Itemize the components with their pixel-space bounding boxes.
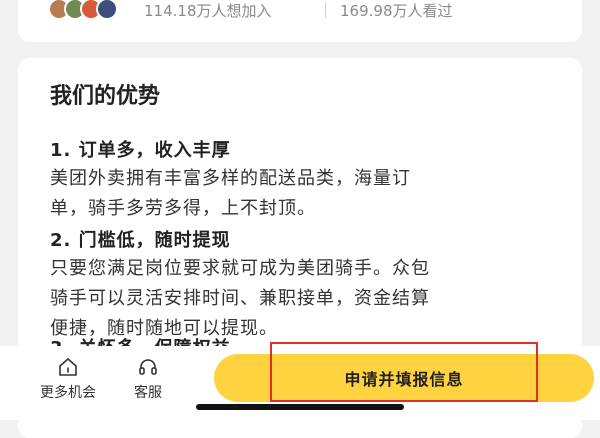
advantage-body-line: 单，骑手多劳多得，上不封顶。 [50,198,316,219]
more-opportunities-button[interactable]: 更多机会 [28,356,108,402]
customer-service-button[interactable]: 客服 [108,356,188,402]
more-opportunities-label: 更多机会 [40,385,96,401]
section-title: 我们的优势 [50,84,161,109]
advantage-body-line: 美团外卖拥有丰富多样的配送品类，海量订 [50,168,411,189]
joined-count: 114.18万人想加入 [144,2,272,20]
avatar [96,0,118,20]
advantage-heading: 1. 订单多，收入丰厚 [50,140,231,161]
advantage-body: 美团外卖拥有丰富多样的配送品类，海量订 单，骑手多劳多得，上不封顶。 [50,164,550,224]
advantage-body-line: 骑手可以灵活安排时间、兼职接单，资金结算 [50,288,430,309]
advantage-heading: 2. 门槛低，随时提现 [50,230,231,251]
advantage-body-line: 只要您满足岗位要求就可成为美团骑手。众包 [50,258,430,279]
home-indicator [196,404,404,410]
divider [325,2,326,18]
advantage-body: 只要您满足岗位要求就可成为美团骑手。众包 骑手可以灵活安排时间、兼职接单，资金结… [50,254,550,344]
viewed-count: 169.98万人看过 [340,2,453,20]
customer-service-label: 客服 [134,385,162,401]
home-icon [59,358,77,376]
stats-card: 114.18万人想加入 169.98万人看过 [18,0,582,42]
headset-icon [139,359,157,375]
highlight-box [270,342,538,402]
